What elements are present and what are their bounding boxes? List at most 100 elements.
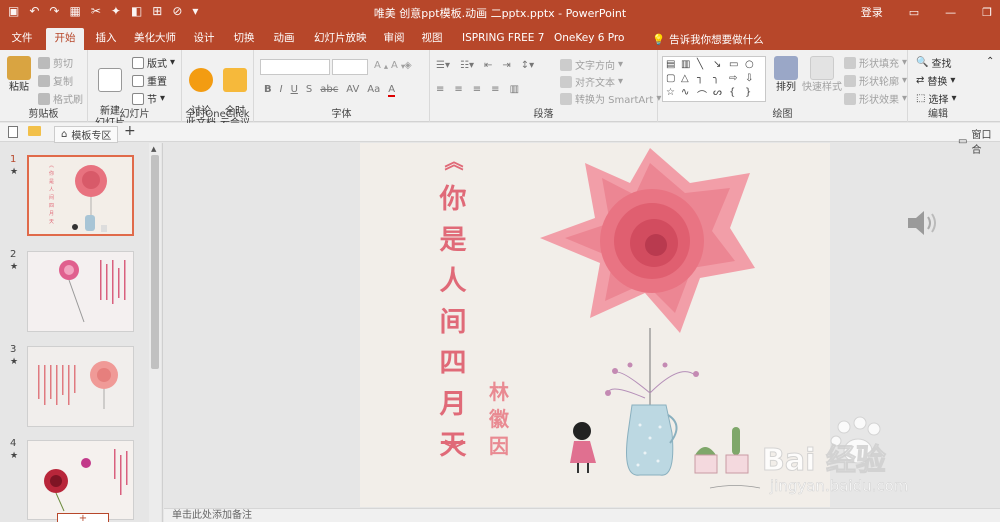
shapes-gallery[interactable]: ▤ ▥ ╲ ↘ ▭ ○ ▢ △ ┐ ╮ ⇨ ⇩ ☆ ∿ ⌒ ᔕ { } (662, 56, 766, 102)
shape-effects-button[interactable]: 形状效果 ▾ (844, 91, 907, 106)
slide-vertical-title[interactable]: 你 是 人 间 四 月 天 (436, 179, 470, 466)
add-slide-button[interactable]: + (57, 513, 109, 522)
tab-review[interactable]: 审阅 (380, 28, 408, 50)
tab-beautify[interactable]: 美化大师 (132, 28, 178, 50)
line-shape-icon[interactable]: ╲ (697, 59, 703, 70)
new-file-icon[interactable] (8, 126, 18, 138)
justify-icon[interactable]: ≡ (491, 84, 499, 95)
triangle-shape-icon[interactable]: △ (681, 73, 689, 84)
curved-connector-icon[interactable]: ╮ (713, 73, 719, 84)
arrange-button[interactable]: 排列 (768, 56, 804, 94)
slide-thumbnail-4[interactable] (27, 440, 134, 520)
align-right-icon[interactable]: ≡ (473, 84, 481, 95)
underline-button[interactable]: U (291, 84, 298, 97)
font-name-box[interactable] (260, 59, 330, 75)
tab-ispring[interactable]: ISPRING FREE 7 (460, 28, 544, 50)
star-shape-icon[interactable]: ☆ (666, 87, 675, 98)
slide-author[interactable]: 林 徽 因 (484, 379, 514, 460)
text-direction-button[interactable]: 文字方向 ▾ (560, 57, 623, 72)
select-button[interactable]: ⬚ 选择 ▾ (916, 91, 956, 106)
section-button[interactable]: 节 ▾ (132, 91, 165, 106)
align-text-button[interactable]: 对齐文本 ▾ (560, 74, 623, 89)
collapse-ribbon-icon[interactable]: ⌃ (986, 56, 994, 67)
decrease-indent-icon[interactable]: ⇤ (484, 60, 492, 71)
tab-insert[interactable]: 插入 (92, 28, 120, 50)
numbering-icon[interactable]: ☷▾ (460, 60, 474, 71)
format-painter-button[interactable]: 格式刷 (38, 91, 83, 106)
arc-shape-icon[interactable]: ⌒ (697, 87, 707, 101)
tab-design[interactable]: 设计 (190, 28, 218, 50)
replace-button[interactable]: ⇄ 替换 ▾ (916, 73, 955, 88)
shape-fill-button[interactable]: 形状填充 ▾ (844, 55, 907, 70)
find-button[interactable]: 🔍 查找 (916, 55, 951, 70)
curve-shape-icon[interactable]: ᔕ (713, 87, 722, 98)
add-tab-button[interactable]: + (124, 123, 136, 139)
cut-button[interactable]: 剪切 (38, 55, 73, 70)
freeform-shape-icon[interactable]: ∿ (681, 87, 689, 98)
minimize-icon[interactable]: — (945, 6, 956, 19)
columns-icon[interactable]: ▥ (510, 84, 519, 95)
bold-button[interactable]: B (264, 84, 272, 97)
slide-thumbnail-2[interactable] (27, 251, 134, 332)
clipboard-group-label: 剪贴板 (28, 109, 59, 120)
rounded-rect-shape-icon[interactable]: ▢ (666, 73, 675, 84)
folder-icon[interactable] (28, 126, 41, 136)
tab-home[interactable]: 开始 (46, 28, 84, 50)
replace-label: 替换 (927, 77, 948, 88)
arrow-shape-icon[interactable]: ↘ (713, 59, 721, 70)
align-center-icon[interactable]: ≡ (454, 84, 462, 95)
bullets-icon[interactable]: ☰▾ (436, 60, 450, 71)
increase-indent-icon[interactable]: ⇥ (502, 60, 510, 71)
rectangle-shape-icon[interactable]: ▭ (729, 59, 738, 70)
template-zone-tab[interactable]: ⌂ 模板专区 (54, 126, 119, 143)
textbox-vertical-icon[interactable]: ▥ (681, 59, 690, 70)
char-spacing-button[interactable]: AV (346, 84, 359, 97)
layout-button[interactable]: 版式 ▾ (132, 55, 175, 70)
login-link[interactable]: 登录 (861, 4, 883, 20)
elbow-connector-icon[interactable]: ┐ (697, 73, 703, 84)
quick-styles-button[interactable]: 快速样式 (802, 56, 842, 94)
align-left-icon[interactable]: ≡ (436, 84, 444, 95)
oval-shape-icon[interactable]: ○ (745, 59, 754, 70)
font-size-box[interactable] (332, 59, 368, 75)
restore-icon[interactable]: ❐ (982, 6, 992, 19)
textbox-shape-icon[interactable]: ▤ (666, 59, 675, 70)
shadow-button[interactable]: S (306, 84, 312, 97)
shape-outline-button[interactable]: 形状轮廓 ▾ (844, 73, 907, 88)
slide-thumbnail-3[interactable] (27, 346, 134, 427)
tab-animations[interactable]: 动画 (270, 28, 298, 50)
copy-button[interactable]: 复制 (38, 73, 73, 88)
thumbnail-scrollbar[interactable]: ▲ (149, 143, 161, 522)
tab-view[interactable]: 视图 (418, 28, 446, 50)
shape-fill-label: 形状填充 (859, 59, 899, 70)
right-arrow-shape-icon[interactable]: ⇨ (729, 73, 737, 84)
brush-icon (38, 92, 50, 105)
smartart-button[interactable]: 转换为 SmartArt ▾ (560, 91, 661, 106)
window-merge-button[interactable]: ▭ 窗口合 (958, 126, 1000, 156)
tell-me-search[interactable]: 💡 告诉我你想要做什么 (652, 32, 764, 47)
strikethrough-button[interactable]: abc (320, 84, 338, 97)
scroll-up-icon[interactable]: ▲ (151, 145, 156, 153)
reset-button[interactable]: 重置 (132, 73, 167, 88)
font-color-button[interactable]: A (388, 84, 396, 97)
clear-format-icon[interactable]: ◈ (404, 60, 412, 71)
slide-thumbnail-1[interactable]: ︽ 你是人间四月天 (27, 155, 134, 236)
paste-button[interactable]: 粘贴 (4, 56, 34, 94)
notes-pane[interactable]: 单击此处添加备注 (164, 508, 1000, 522)
tab-slideshow[interactable]: 幻灯片放映 (312, 28, 368, 50)
italic-button[interactable]: I (280, 84, 283, 97)
tab-file[interactable]: 文件 (6, 28, 38, 50)
slide-canvas[interactable]: ︽ 你 是 人 间 四 月 天 ︾ 林 徽 因 (360, 143, 830, 507)
grow-font-button[interactable]: A ▴ A ▾ (374, 60, 405, 71)
down-arrow-shape-icon[interactable]: ⇩ (745, 73, 753, 84)
tab-transitions[interactable]: 切换 (230, 28, 258, 50)
scrollbar-thumb[interactable] (151, 155, 159, 369)
tab-onekey[interactable]: OneKey 6 Pro (552, 28, 624, 50)
audio-speaker-icon[interactable] (906, 208, 940, 241)
cut-label: 剪切 (53, 59, 73, 70)
brace-left-shape-icon[interactable]: { (729, 87, 735, 98)
ribbon-display-icon[interactable]: ▭ (909, 6, 919, 19)
brace-right-shape-icon[interactable]: } (745, 87, 751, 98)
change-case-button[interactable]: Aa (367, 84, 380, 97)
line-spacing-icon[interactable]: ↕▾ (521, 60, 534, 71)
